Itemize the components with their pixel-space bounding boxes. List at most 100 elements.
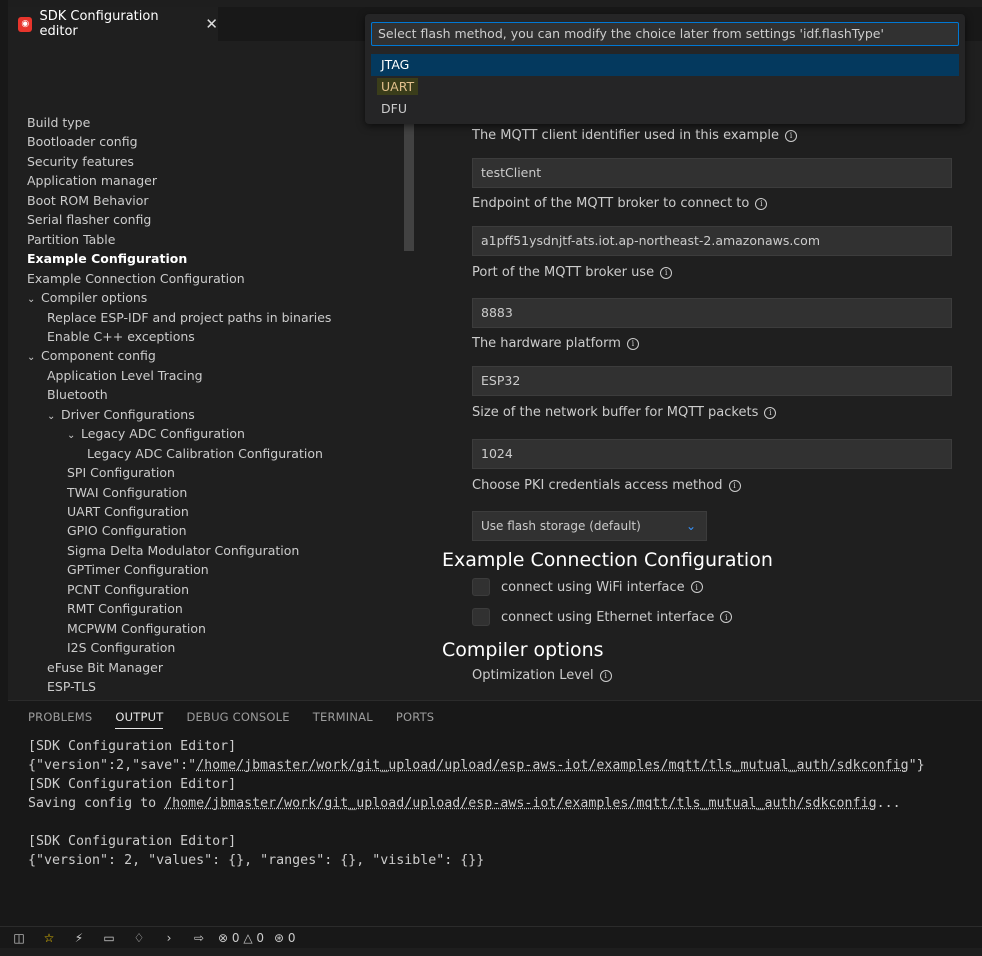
tree-item-label: I2S Configuration bbox=[67, 640, 176, 655]
window-bottom-edge bbox=[0, 948, 982, 956]
wifi-checkbox[interactable] bbox=[472, 578, 490, 596]
tree-item-label: UART Configuration bbox=[67, 504, 189, 519]
tree-item[interactable]: Example Configuration bbox=[27, 249, 187, 268]
tree-item[interactable]: TWAI Configuration bbox=[67, 483, 187, 502]
quickpick-item-dfu[interactable]: DFU bbox=[371, 98, 959, 120]
esp-icon: ◉ bbox=[18, 16, 33, 32]
tree-item[interactable]: Sigma Delta Modulator Configuration bbox=[67, 541, 299, 560]
flame-icon[interactable]: ♢ bbox=[128, 927, 150, 949]
ports-count: 0 bbox=[287, 930, 296, 945]
tree-item[interactable]: GPIO Configuration bbox=[67, 521, 187, 540]
info-icon[interactable]: i bbox=[690, 581, 703, 593]
endpoint-input[interactable]: a1pff51ysdnjtf-ats.iot.ap-northeast-2.am… bbox=[472, 226, 952, 256]
port-input[interactable]: 8883 bbox=[472, 298, 952, 328]
tree-item[interactable]: GPTimer Configuration bbox=[67, 560, 209, 579]
tree-item[interactable]: MCPWM Configuration bbox=[67, 619, 206, 638]
flash-method-quickpick: Select flash method, you can modify the … bbox=[365, 14, 965, 124]
tree-item[interactable]: Build type bbox=[27, 113, 90, 132]
tree-item[interactable]: Partition Table bbox=[27, 230, 115, 249]
ethernet-label: connect using Ethernet interface bbox=[501, 609, 715, 625]
chevron-down-icon[interactable]: ⌄ bbox=[27, 348, 41, 367]
output-line: [SDK Configuration Editor] bbox=[28, 739, 237, 754]
close-icon[interactable]: ✕ bbox=[205, 15, 218, 33]
tab-problems[interactable]: PROBLEMS bbox=[28, 710, 92, 729]
tree-item-label: Security features bbox=[27, 154, 134, 169]
wifi-label: connect using WiFi interface bbox=[501, 579, 685, 595]
tree-item[interactable]: Serial flasher config bbox=[27, 210, 151, 229]
buffer-label: Size of the network buffer for MQTT pack… bbox=[472, 405, 777, 420]
tree-item-label: Bootloader config bbox=[27, 134, 138, 149]
info-icon[interactable]: i bbox=[785, 129, 798, 142]
tree-item[interactable]: Example Connection Configuration bbox=[27, 269, 245, 288]
flash-icon[interactable]: ⚡︎ bbox=[68, 927, 90, 949]
chevron-down-icon[interactable]: ⌄ bbox=[27, 290, 41, 309]
tree-item[interactable]: Boot ROM Behavior bbox=[27, 191, 149, 210]
tree-item[interactable]: ⌄ Driver Configurations bbox=[47, 405, 195, 424]
platform-label: The hardware platform i bbox=[472, 336, 639, 351]
tab-terminal[interactable]: TERMINAL bbox=[313, 710, 373, 729]
tree-item[interactable]: Security features bbox=[27, 152, 134, 171]
chevron-down-icon[interactable]: ⌄ bbox=[47, 407, 61, 426]
tree-item[interactable]: Legacy ADC Calibration Configuration bbox=[87, 444, 323, 463]
info-icon[interactable]: i bbox=[660, 266, 673, 279]
star-icon[interactable]: ☆ bbox=[38, 927, 60, 949]
tree-item[interactable]: Bootloader config bbox=[27, 132, 138, 151]
client-id-label: The MQTT client identifier used in this … bbox=[472, 128, 798, 143]
pki-select[interactable]: Use flash storage (default) ⌄ bbox=[472, 511, 707, 541]
quickpick-item-jtag[interactable]: JTAG bbox=[371, 54, 959, 76]
tree-item-label: SPI Configuration bbox=[67, 465, 175, 480]
wifi-checkbox-row[interactable]: connect using WiFi interface i bbox=[472, 578, 703, 596]
info-icon[interactable]: i bbox=[626, 337, 639, 350]
quickpick-item-label: DFU bbox=[381, 101, 407, 116]
tree-item[interactable]: ESP-TLS bbox=[47, 677, 96, 693]
client-id-input[interactable]: testClient bbox=[472, 158, 952, 188]
tree-item[interactable]: Replace ESP-IDF and project paths in bin… bbox=[47, 308, 331, 327]
info-icon[interactable]: i bbox=[720, 611, 733, 623]
tree-item[interactable]: Application manager bbox=[27, 171, 157, 190]
ethernet-checkbox-row[interactable]: connect using Ethernet interface i bbox=[472, 608, 733, 626]
problems-status[interactable]: ⊗ 0 △ 0 bbox=[218, 931, 264, 945]
platform-input[interactable]: ESP32 bbox=[472, 366, 952, 396]
ethernet-checkbox[interactable] bbox=[472, 608, 490, 626]
tree-item[interactable]: ⌄ Legacy ADC Configuration bbox=[67, 424, 245, 443]
quickpick-input[interactable]: Select flash method, you can modify the … bbox=[371, 22, 959, 46]
monitor-icon[interactable]: ▭ bbox=[98, 927, 120, 949]
tree-item[interactable]: Bluetooth bbox=[47, 385, 108, 404]
tree-item[interactable]: Enable C++ exceptions bbox=[47, 327, 195, 346]
terminal-icon[interactable]: › bbox=[158, 927, 180, 949]
section-compiler-title: Compiler options bbox=[442, 639, 604, 661]
tree-item[interactable]: eFuse Bit Manager bbox=[47, 658, 163, 677]
tab-output[interactable]: OUTPUT bbox=[115, 710, 164, 729]
file-link[interactable]: /home/jbmaster/work/git_upload/upload/es… bbox=[196, 758, 908, 773]
info-icon[interactable]: i bbox=[764, 406, 777, 419]
quickpick-item-uart[interactable]: UART bbox=[371, 76, 959, 98]
tree-item[interactable]: RMT Configuration bbox=[67, 599, 183, 618]
file-link[interactable]: /home/jbmaster/work/git_upload/upload/es… bbox=[164, 796, 876, 811]
tree-item-label: Replace ESP-IDF and project paths in bin… bbox=[47, 310, 332, 325]
output-line: [SDK Configuration Editor] bbox=[28, 834, 237, 849]
database-icon[interactable]: ◫ bbox=[8, 927, 30, 949]
info-icon[interactable]: i bbox=[599, 669, 612, 682]
info-icon[interactable]: i bbox=[728, 479, 741, 492]
tree-item[interactable]: I2S Configuration bbox=[67, 638, 175, 657]
output-text: ... bbox=[876, 796, 901, 811]
tab-sdk-configuration-editor[interactable]: ◉ SDK Configuration editor ✕ bbox=[8, 7, 218, 41]
output-text: {"version":2,"save":" bbox=[28, 758, 197, 773]
tree-item[interactable]: ⌄ Compiler options bbox=[27, 288, 147, 307]
tree-item[interactable]: ⌄ Component config bbox=[27, 346, 156, 365]
tree-item[interactable]: UART Configuration bbox=[67, 502, 189, 521]
tab-ports[interactable]: PORTS bbox=[396, 710, 434, 729]
status-bar: ◫ ☆ ⚡︎ ▭ ♢ › ⇨ ⊗ 0 △ 0 ⊛ 0 bbox=[0, 926, 982, 948]
chevron-down-icon[interactable]: ⌄ bbox=[67, 426, 81, 445]
ports-status[interactable]: ⊛ 0 bbox=[274, 931, 296, 945]
tree-item-label: Serial flasher config bbox=[27, 212, 152, 227]
tab-debug-console[interactable]: DEBUG CONSOLE bbox=[186, 710, 289, 729]
tree-item[interactable]: SPI Configuration bbox=[67, 463, 175, 482]
tree-item[interactable]: PCNT Configuration bbox=[67, 580, 189, 599]
export-icon[interactable]: ⇨ bbox=[188, 927, 210, 949]
buffer-input[interactable]: 1024 bbox=[472, 439, 952, 469]
info-icon[interactable]: i bbox=[755, 197, 768, 210]
tree-item[interactable]: Application Level Tracing bbox=[47, 366, 203, 385]
output-text: Saving config to bbox=[28, 796, 165, 811]
